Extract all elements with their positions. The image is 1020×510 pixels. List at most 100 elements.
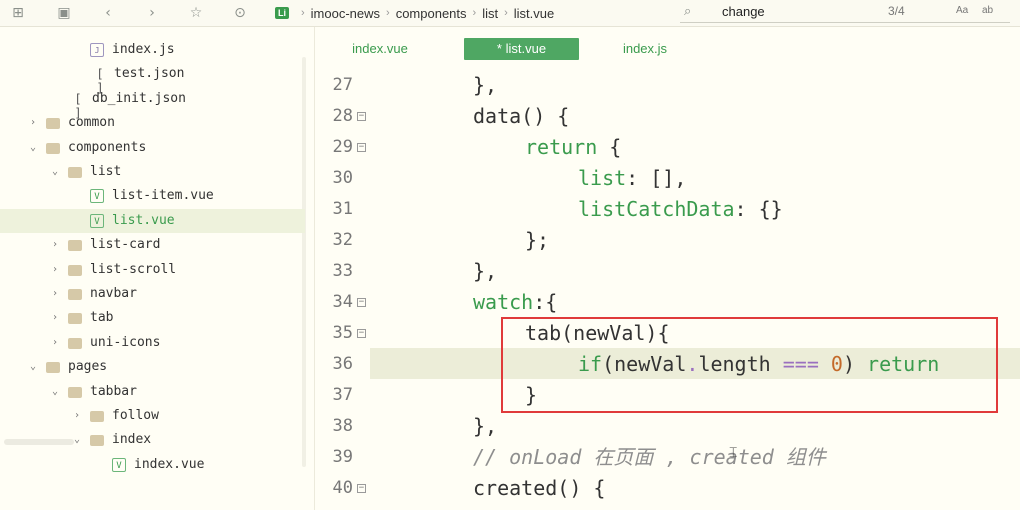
- chevron-down-icon[interactable]: ⌄: [70, 428, 84, 452]
- chevron-down-icon[interactable]: ⌄: [48, 160, 62, 184]
- forward-icon[interactable]: ›: [142, 3, 162, 23]
- chevron-right-icon[interactable]: ›: [48, 233, 62, 257]
- chevron-right-icon[interactable]: ›: [48, 306, 62, 330]
- tree-item-list-item-vue[interactable]: Vlist-item.vue: [0, 184, 305, 208]
- chevron-down-icon[interactable]: ⌄: [26, 136, 40, 160]
- tree-item-label: navbar: [90, 286, 137, 301]
- tree-item-list[interactable]: ⌄ list: [0, 160, 305, 184]
- tree-item-label: tab: [90, 310, 114, 326]
- code-line: },: [315, 70, 1020, 101]
- folder-icon: [68, 240, 82, 252]
- tree-item-components[interactable]: ⌄ components: [0, 136, 305, 160]
- property: list: [578, 166, 627, 190]
- tree-item-navbar[interactable]: › navbar: [0, 282, 305, 306]
- code-text: created() {: [473, 476, 606, 500]
- tree-item-test-json[interactable]: [ ] test.json: [0, 62, 305, 96]
- new-file-icon[interactable]: ⊞: [8, 3, 28, 23]
- tree-item-label: pages: [68, 359, 108, 375]
- fold-toggle-icon[interactable]: −: [357, 112, 366, 121]
- code-text: : [],: [626, 166, 687, 190]
- folder-icon: [46, 118, 60, 130]
- chevron-down-icon[interactable]: ⌄: [48, 380, 62, 404]
- editor-tabs: index.vue * list.vue index.js: [315, 38, 1020, 62]
- folder-icon: [90, 435, 104, 447]
- fold-toggle-icon[interactable]: −: [357, 143, 366, 152]
- crumb-list[interactable]: list: [482, 6, 498, 21]
- code-text: },: [473, 259, 498, 283]
- folder-icon: [68, 337, 82, 349]
- crumb-project[interactable]: imooc-news: [311, 6, 380, 21]
- search-input[interactable]: change: [722, 4, 765, 19]
- code-text: data() {: [473, 104, 570, 128]
- folder-icon: [68, 289, 82, 300]
- folder-icon: [68, 313, 82, 325]
- tree-item-label: index.vue: [134, 456, 205, 472]
- json-file-icon: [ ]: [96, 67, 104, 96]
- tree-item-index-js[interactable]: Jindex.js: [0, 38, 305, 62]
- breadcrumb: Li › imooc-news › components › list › li…: [275, 0, 554, 26]
- tab-index-js[interactable]: index.js: [605, 38, 685, 60]
- crumb-components[interactable]: components: [396, 6, 467, 21]
- tree-item-label: follow: [112, 408, 159, 423]
- keyword: return: [525, 135, 598, 159]
- tree-item-common[interactable]: › common: [0, 111, 305, 135]
- line-number: 28: [332, 106, 353, 126]
- match-case-toggle[interactable]: Aa: [956, 5, 968, 16]
- match-count: 3/4: [888, 4, 905, 18]
- tab-index-vue[interactable]: index.vue: [335, 38, 425, 60]
- line-number: 36: [332, 354, 353, 374]
- tree-item-index[interactable]: ⌄ index: [0, 428, 305, 452]
- find-bar[interactable]: ⌕ change 3/4 Aa ab: [680, 2, 1010, 23]
- tree-item-index-vue[interactable]: Vindex.vue: [0, 453, 305, 477]
- folder-icon: [90, 411, 104, 422]
- save-icon[interactable]: ▣: [54, 3, 74, 23]
- chevron-right-icon[interactable]: ›: [48, 331, 62, 355]
- tree-item-tabbar[interactable]: ⌄ tabbar: [0, 380, 305, 404]
- project-explorer: Jindex.js[ ] test.json[ ] db_init.json › com…: [0, 27, 315, 510]
- crumb-file[interactable]: list.vue: [514, 6, 554, 21]
- crumb-separator: ›: [472, 7, 477, 19]
- chevron-right-icon[interactable]: ›: [48, 282, 62, 306]
- line-number: 39: [332, 447, 353, 467]
- line-number: 40: [332, 478, 353, 498]
- code-editor[interactable]: }, data() { return { list: [], listCatch…: [315, 70, 1020, 510]
- fold-toggle-icon[interactable]: −: [357, 484, 366, 493]
- code-text: };: [525, 228, 550, 252]
- chevron-right-icon[interactable]: ›: [48, 258, 62, 282]
- line-number: 33: [332, 261, 353, 281]
- tree-item-label: list: [90, 164, 122, 179]
- back-icon[interactable]: ‹: [98, 3, 118, 23]
- tree-item-tab[interactable]: › tab: [0, 306, 305, 330]
- folder-icon: [68, 386, 82, 398]
- chevron-right-icon[interactable]: ›: [70, 404, 84, 428]
- tree-item-label: test.json: [114, 66, 185, 82]
- tree-item-label: index.js: [112, 42, 175, 57]
- run-icon[interactable]: ⊙: [230, 3, 250, 23]
- tree-item-list-vue[interactable]: Vlist.vue: [0, 208, 305, 233]
- tab-list-vue[interactable]: * list.vue: [464, 38, 579, 60]
- line-number: 27: [332, 75, 353, 95]
- fold-toggle-icon[interactable]: −: [357, 298, 366, 307]
- line-number: 30: [332, 168, 353, 188]
- tree-item-follow[interactable]: › follow: [0, 404, 305, 428]
- fold-toggle-icon[interactable]: −: [357, 329, 366, 338]
- tree-item-label: components: [68, 139, 147, 155]
- chevron-right-icon[interactable]: ›: [26, 111, 40, 135]
- code-text: },: [473, 73, 498, 97]
- crumb-separator: ›: [386, 7, 390, 19]
- tree-item-label: list.vue: [112, 212, 175, 228]
- tree-item-list-scroll[interactable]: › list-scroll: [0, 258, 305, 282]
- code-line: return {: [315, 132, 1020, 163]
- folder-icon: [46, 362, 60, 374]
- vue-file-icon: V: [112, 457, 126, 472]
- crumb-separator: ›: [504, 7, 508, 19]
- tree-item-label: index: [112, 432, 152, 448]
- tree-item-uni-icons[interactable]: › uni-icons: [0, 331, 305, 355]
- tree-item-pages[interactable]: ⌄ pages: [0, 355, 305, 379]
- tree-item-list-card[interactable]: › list-card: [0, 233, 305, 257]
- star-icon[interactable]: ☆: [186, 3, 206, 23]
- code-line: };: [315, 225, 1020, 256]
- chevron-down-icon[interactable]: ⌄: [26, 355, 40, 379]
- tree-item-db-init-json[interactable]: [ ] db_init.json: [0, 87, 305, 120]
- whole-word-toggle[interactable]: ab: [982, 5, 993, 16]
